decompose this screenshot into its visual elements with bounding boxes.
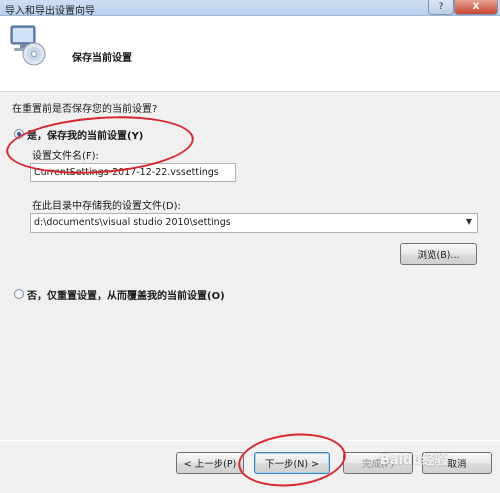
window-title: 导入和导出设置向导 bbox=[5, 6, 95, 17]
save-question: 在重置前是否保存您的当前设置? bbox=[12, 104, 158, 115]
footer-divider bbox=[0, 440, 500, 441]
watermark: Baidu经验 bbox=[380, 453, 448, 468]
title-bar: 导入和导出设置向导 ? X bbox=[0, 0, 500, 17]
reset-only-label[interactable]: 否，仅重置设置，从而覆盖我的当前设置(O) bbox=[27, 287, 225, 302]
previous-button[interactable]: < 上一步(P) bbox=[176, 452, 244, 474]
wizard-header: 保存当前设置 bbox=[0, 16, 500, 92]
directory-value: d:\documents\visual studio 2010\settings bbox=[34, 217, 231, 228]
directory-combobox[interactable]: d:\documents\visual studio 2010\settings… bbox=[30, 213, 478, 233]
page-title: 保存当前设置 bbox=[72, 53, 132, 64]
directory-label: 在此目录中存储我的设置文件(D): bbox=[32, 201, 181, 212]
chevron-down-icon[interactable]: ▼ bbox=[466, 217, 472, 226]
highlight-circle-next-button bbox=[235, 428, 349, 492]
computer-disc-icon bbox=[10, 25, 46, 66]
help-button[interactable]: ? bbox=[428, 0, 454, 15]
close-button[interactable]: X bbox=[454, 0, 498, 15]
browse-button[interactable]: 浏览(B)... bbox=[400, 243, 477, 265]
reset-only-radio[interactable] bbox=[14, 289, 24, 299]
